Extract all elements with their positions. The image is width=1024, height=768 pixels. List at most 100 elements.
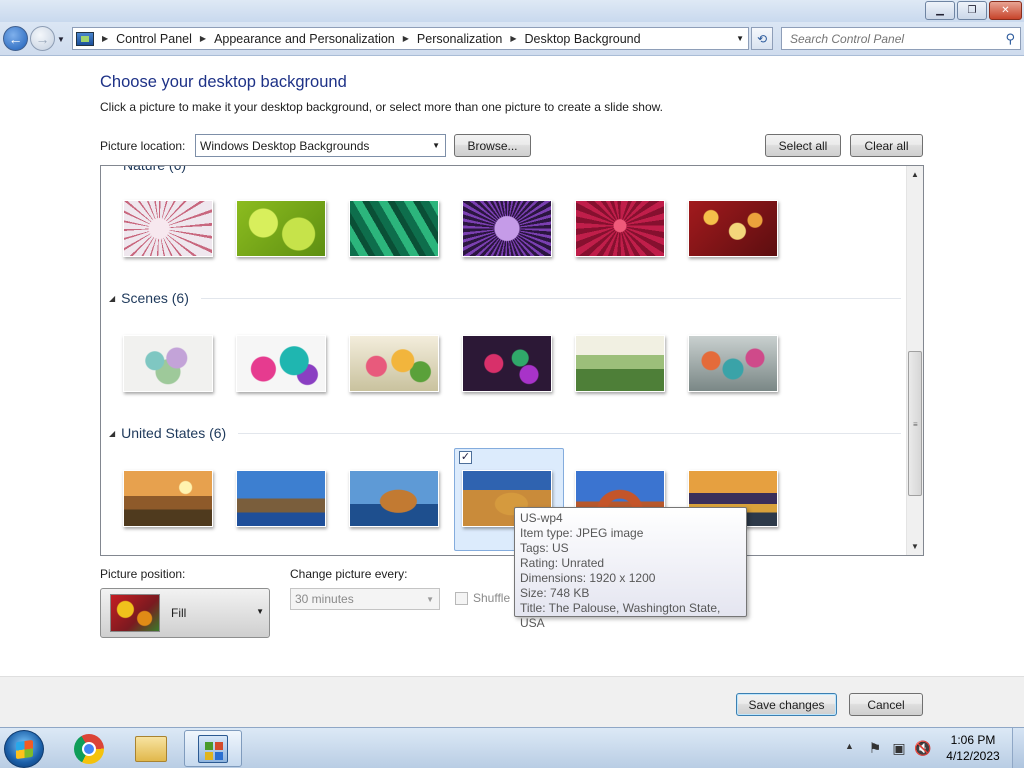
- minimize-button[interactable]: ▁: [925, 1, 955, 20]
- gallery-scrollbar[interactable]: ▲ ≡ ▼: [906, 166, 923, 555]
- breadcrumb-appearance[interactable]: Appearance and Personalization: [214, 32, 395, 46]
- clear-all-button[interactable]: Clear all: [850, 134, 923, 157]
- show-hidden-icons-icon[interactable]: ▲: [845, 741, 854, 751]
- taskbar-control-panel[interactable]: [184, 730, 242, 767]
- group-header-scenes[interactable]: ◢ Scenes (6): [109, 290, 901, 306]
- wallpaper-thumb-us-2[interactable]: [236, 470, 326, 527]
- collapse-triangle-icon[interactable]: ◢: [109, 429, 115, 438]
- select-all-button[interactable]: Select all: [765, 134, 841, 157]
- taskbar-chrome[interactable]: [60, 730, 118, 767]
- thumb-checkbox[interactable]: ✓: [459, 451, 472, 464]
- picture-position-select[interactable]: Fill ▼: [100, 588, 270, 638]
- chevron-down-icon: ▼: [432, 141, 440, 150]
- scrollbar-thumb[interactable]: ≡: [908, 351, 922, 496]
- wallpaper-thumb-scenes-4[interactable]: [462, 335, 552, 392]
- scroll-up-icon[interactable]: ▲: [907, 166, 923, 183]
- shuffle-label: Shuffle: [473, 591, 511, 605]
- navigation-bar: ← → ▼ ▶ Control Panel ▶ Appearance and P…: [0, 22, 1024, 56]
- change-interval-label: Change picture every:: [290, 567, 408, 581]
- chrome-icon: [74, 733, 104, 764]
- action-center-icon[interactable]: ⚑: [866, 739, 884, 757]
- wallpaper-thumb-scenes-2[interactable]: [236, 335, 326, 392]
- close-button[interactable]: ✕: [989, 1, 1022, 20]
- save-changes-button[interactable]: Save changes: [736, 693, 837, 716]
- search-input[interactable]: [790, 31, 990, 46]
- dialog-footer: Save changes Cancel: [0, 676, 1024, 727]
- window-titlebar: ▁ ❐ ✕: [0, 0, 1024, 22]
- clock-date: 4/12/2023: [946, 749, 1000, 763]
- volume-muted-icon[interactable]: 🔇: [914, 739, 932, 757]
- shuffle-option: Shuffle: [455, 591, 510, 605]
- position-preview-image: [110, 594, 160, 632]
- forward-button[interactable]: →: [30, 26, 55, 51]
- control-panel-icon: [76, 31, 94, 46]
- wallpaper-thumb-scenes-1[interactable]: [123, 335, 213, 392]
- picture-position-value: Fill: [171, 606, 187, 620]
- tooltip-title: Title: The Palouse, Washington State, US…: [520, 601, 721, 630]
- recent-pages-dropdown-icon[interactable]: ▼: [57, 35, 65, 44]
- wallpaper-thumb-nature-2[interactable]: [236, 200, 326, 257]
- maximize-button[interactable]: ❐: [957, 1, 987, 20]
- wallpaper-thumb-nature-4[interactable]: [462, 200, 552, 257]
- refresh-button[interactable]: ⟲: [751, 27, 773, 50]
- breadcrumb-separator-icon[interactable]: ▶: [510, 34, 516, 43]
- chevron-down-icon: ▼: [426, 595, 434, 604]
- taskbar: ▲ ⚑ ▣ 🔇 1:06 PM 4/12/2023: [0, 727, 1024, 768]
- grip-icon: ≡: [913, 420, 918, 429]
- thumbnail-tooltip: US-wp4 Item type: JPEG image Tags: US Ra…: [514, 507, 747, 630]
- folder-icon: [135, 735, 167, 762]
- wallpaper-thumb-scenes-5[interactable]: [575, 335, 665, 392]
- group-header-united-states[interactable]: ◢ United States (6): [109, 425, 901, 441]
- control-panel-icon: [198, 734, 228, 763]
- picture-location-select[interactable]: Windows Desktop Backgrounds ▼: [195, 134, 446, 157]
- browse-button[interactable]: Browse...: [454, 134, 531, 157]
- page-title: Choose your desktop background: [100, 73, 347, 91]
- main-content: Choose your desktop background Click a p…: [0, 57, 1024, 676]
- clock-time: 1:06 PM: [950, 733, 996, 747]
- tooltip-dimensions: Dimensions: 1920 x 1200: [520, 571, 656, 585]
- breadcrumb-separator-icon[interactable]: ▶: [403, 34, 409, 43]
- wallpaper-thumb-scenes-3[interactable]: [349, 335, 439, 392]
- back-button[interactable]: ←: [3, 26, 28, 51]
- show-desktop-button[interactable]: [1012, 728, 1024, 768]
- tooltip-size: Size: 748 KB: [520, 586, 590, 600]
- shuffle-checkbox: [455, 591, 468, 605]
- group-name[interactable]: United States (6): [121, 425, 226, 441]
- address-dropdown-icon[interactable]: ▼: [736, 34, 744, 43]
- scroll-down-icon[interactable]: ▼: [907, 538, 923, 555]
- collapse-triangle-icon[interactable]: ◢: [109, 294, 115, 303]
- wallpaper-thumb-nature-5[interactable]: [575, 200, 665, 257]
- wallpaper-thumb-scenes-6[interactable]: [688, 335, 778, 392]
- tooltip-rating: Rating: Unrated: [520, 556, 605, 570]
- wallpaper-thumb-nature-6[interactable]: [688, 200, 778, 257]
- wallpaper-thumb-us-3[interactable]: [349, 470, 439, 527]
- group-name[interactable]: Scenes (6): [121, 290, 189, 306]
- picture-location-label: Picture location:: [100, 139, 186, 153]
- cancel-button[interactable]: Cancel: [849, 693, 923, 716]
- picture-position-label: Picture position:: [100, 567, 186, 581]
- page-subtitle: Click a picture to make it your desktop …: [100, 100, 663, 114]
- group-header-nature[interactable]: Nature (6): [123, 166, 186, 173]
- breadcrumb-separator-icon[interactable]: ▶: [200, 34, 206, 43]
- breadcrumb-separator-icon[interactable]: ▶: [102, 34, 108, 43]
- wallpaper-thumb-nature-3[interactable]: [349, 200, 439, 257]
- search-icon[interactable]: ⚲: [1005, 31, 1015, 47]
- start-button[interactable]: [4, 730, 44, 768]
- taskbar-explorer[interactable]: [122, 730, 180, 767]
- tooltip-item-type: Item type: JPEG image: [520, 526, 644, 540]
- wallpaper-thumb-nature-1[interactable]: [123, 200, 213, 257]
- network-icon[interactable]: ▣: [890, 739, 908, 757]
- group-divider: [238, 432, 901, 434]
- system-clock[interactable]: 1:06 PM 4/12/2023: [938, 732, 1008, 764]
- picture-location-value: Windows Desktop Backgrounds: [200, 138, 370, 153]
- wallpaper-thumb-us-1[interactable]: [123, 470, 213, 527]
- breadcrumb-desktop-background[interactable]: Desktop Background: [525, 32, 641, 46]
- search-box[interactable]: ⚲: [781, 27, 1021, 50]
- breadcrumb-control-panel[interactable]: Control Panel: [116, 32, 192, 46]
- windows-logo-icon: [16, 739, 33, 760]
- tooltip-filename: US-wp4: [520, 511, 563, 525]
- breadcrumb-personalization[interactable]: Personalization: [417, 32, 502, 46]
- address-bar[interactable]: ▶ Control Panel ▶ Appearance and Persona…: [72, 27, 749, 50]
- wallpaper-gallery[interactable]: Nature (6) ◢ Scenes (6) ◢ United States …: [100, 165, 924, 556]
- chevron-down-icon: ▼: [256, 607, 264, 616]
